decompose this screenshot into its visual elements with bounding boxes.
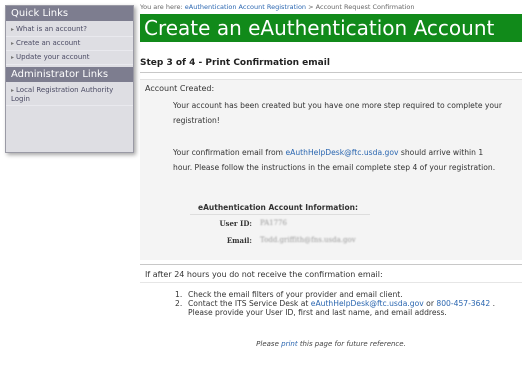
main-content: You are here: eAuthentication Account Re…	[140, 0, 522, 370]
sidebar-link-label: Update your account	[16, 53, 90, 61]
chevron-right-icon: ▸	[11, 87, 15, 94]
breadcrumb-prefix: You are here:	[140, 3, 183, 11]
helpdesk-email-link[interactable]: eAuthHelpDesk@ftc.usda.gov	[286, 148, 399, 157]
breadcrumb-link-registration[interactable]: eAuthentication Account Registration	[185, 3, 306, 11]
account-info-title: eAuthentication Account Information:	[198, 203, 358, 212]
print-note: Please print this page for future refere…	[140, 340, 522, 348]
chevron-right-icon: ▸	[11, 40, 15, 47]
confirmation-email-message: Your confirmation email from eAuthHelpDe…	[173, 145, 503, 175]
chevron-right-icon: ▸	[11, 26, 15, 33]
sidebar-link-what-is-account[interactable]: ▸ What is an account?	[6, 23, 133, 37]
user-id-value: PA1776	[260, 219, 287, 227]
breadcrumb: You are here: eAuthentication Account Re…	[140, 3, 415, 11]
step-1-text: Check the email filters of your provider…	[188, 290, 403, 299]
divider	[140, 72, 522, 73]
list-item: 2. Contact the ITS Service Desk at eAuthH…	[175, 299, 496, 317]
no-email-heading: If after 24 hours you do not receive the…	[145, 270, 383, 279]
sidebar-link-create-account[interactable]: ▸ Create an account	[6, 37, 133, 51]
divider	[140, 282, 522, 283]
breadcrumb-separator: >	[308, 3, 314, 11]
quick-links-list: ▸ What is an account? ▸ Create an account …	[6, 23, 133, 65]
page-title: Create an eAuthentication Account	[140, 14, 522, 42]
sidebar-link-update-account[interactable]: ▸ Update your account	[6, 51, 133, 65]
user-id-label: User ID:	[219, 219, 252, 228]
print-link[interactable]: print	[281, 340, 297, 348]
sidebar-link-lra-login[interactable]: ▸ Local Registration Authority Login	[6, 84, 133, 106]
email-value: Todd.griffith@fns.usda.gov	[260, 236, 356, 244]
divider	[140, 264, 522, 265]
sidebar-link-label: What is an account?	[16, 25, 88, 33]
divider	[190, 214, 370, 215]
list-item: 1. Check the email filters of your provid…	[175, 290, 403, 299]
step-2-or: or	[426, 299, 434, 308]
sidebar: Quick Links ▸ What is an account? ▸ Create…	[5, 5, 134, 153]
email-label: Email:	[226, 236, 252, 245]
print-note-prefix: Please	[256, 340, 279, 348]
account-created-message: Your account has been created but you ha…	[173, 101, 502, 125]
quick-links-heading: Quick Links	[6, 6, 133, 21]
sidebar-link-label: Create an account	[16, 39, 81, 47]
step-title: Step 3 of 4 - Print Confirmation email	[140, 58, 330, 68]
admin-links-heading: Administrator Links	[6, 67, 133, 82]
account-created-heading: Account Created:	[145, 84, 215, 93]
sidebar-link-label: Local Registration Authority Login	[11, 86, 114, 103]
service-desk-phone-link[interactable]: 800-457-3642	[436, 299, 490, 308]
confirmation-prefix: Your confirmation email from	[173, 148, 284, 157]
print-note-suffix: this page for future reference.	[299, 340, 406, 348]
service-desk-email-link[interactable]: eAuthHelpDesk@ftc.usda.gov	[311, 299, 424, 308]
chevron-right-icon: ▸	[11, 54, 15, 61]
troubleshooting-steps: 1. Check the email filters of your provid…	[175, 290, 515, 317]
step-2-prefix: Contact the ITS Service Desk at	[188, 299, 309, 308]
admin-links-list: ▸ Local Registration Authority Login	[6, 84, 133, 106]
breadcrumb-current: Account Request Confirmation	[315, 3, 415, 11]
